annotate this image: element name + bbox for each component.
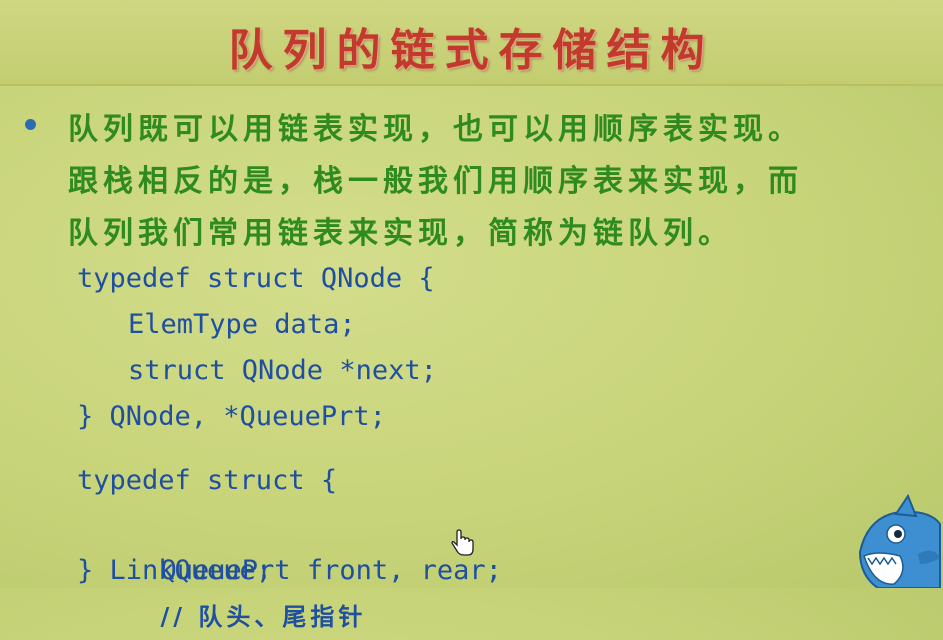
code-line-7: } LinkQueue; (77, 555, 273, 586)
code-line-4: } QNode, *QueuePrt; (77, 401, 386, 432)
shark-mascot-icon (858, 494, 941, 588)
code-comment: // 队头、尾指针 (160, 602, 367, 631)
code-line-3: struct QNode *next; (128, 355, 437, 386)
paragraph-line-1: 队列既可以用链表实现，也可以用顺序表实现。 (68, 112, 803, 147)
slide-title: 队列的链式存储结构 (228, 25, 715, 76)
code-line-2: ElemType data; (128, 309, 356, 340)
title-band: 队列的链式存储结构 (0, 0, 943, 86)
paragraph-line-3: 队列我们常用链表来实现，简称为链队列。 (68, 216, 733, 251)
code-line-1: typedef struct QNode { (77, 263, 435, 294)
code-line-6: QueuePrt front, rear; // 队头、尾指针 (128, 502, 502, 631)
code-line-5: typedef struct { (77, 465, 338, 496)
bullet-dot (25, 119, 36, 130)
hand-pointer-icon (451, 529, 474, 556)
paragraph-line-2: 跟栈相反的是，栈一般我们用顺序表来实现，而 (68, 164, 803, 199)
